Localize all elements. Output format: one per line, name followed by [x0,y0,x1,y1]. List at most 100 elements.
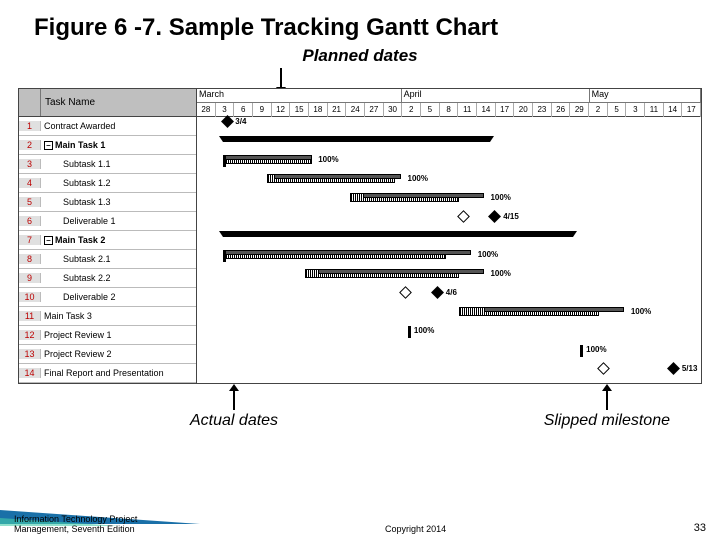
day-header: 28 [197,103,216,117]
percent-label: 100% [586,345,606,354]
table-row: 5Subtask 1.3 [19,193,196,212]
table-row: 13Project Review 2 [19,345,196,364]
page-number: 33 [694,522,706,534]
footer-source: Management, Seventh Edition [14,524,137,534]
chart-header: Task Name MarchAprilMay 2836912151821242… [19,89,701,117]
actual-bar [223,155,312,160]
day-header: 30 [384,103,403,117]
start-marker [223,155,226,167]
row-number: 10 [19,292,41,302]
task-name-cell: Main Task 3 [41,311,196,321]
task-name-cell: Subtask 2.1 [41,254,196,264]
day-header: 11 [645,103,664,117]
table-row: 2–Main Task 1 [19,136,196,155]
milestone-planned-icon [457,210,470,223]
percent-label: 100% [318,155,338,164]
table-row: 12Project Review 1 [19,326,196,345]
collapse-icon[interactable]: – [44,236,53,245]
day-header: 5 [421,103,440,117]
actual-bar [318,269,484,274]
percent-label: 100% [490,193,510,202]
row-number: 13 [19,349,41,359]
collapse-icon[interactable]: – [44,141,53,150]
day-header: 6 [234,103,253,117]
day-header: 27 [365,103,384,117]
task-name-cell: Subtask 2.2 [41,273,196,283]
day-header: 17 [682,103,701,117]
gantt-bars-pane: 3/4100%100%100%4/15100%100%4/6100%100%10… [197,117,701,383]
task-name-cell: Subtask 1.1 [41,159,196,169]
percent-label: 100% [490,269,510,278]
milestone-label: 5/13 [682,364,698,373]
task-name-cell: –Main Task 2 [41,235,196,245]
footer-source: Information Technology Project [14,514,137,524]
day-header: 20 [514,103,533,117]
day-header: 2 [589,103,608,117]
row-number: 12 [19,330,41,340]
task-name-cell: Subtask 1.2 [41,178,196,188]
month-header: March [197,89,402,102]
task-name-cell: Deliverable 1 [41,216,196,226]
percent-label: 100% [414,326,434,335]
milestone-icon [408,326,411,338]
arrow-down-icon [280,68,282,88]
day-header: 15 [290,103,309,117]
task-name-cell: Deliverable 2 [41,292,196,302]
month-header: April [402,89,590,102]
day-header: 9 [253,103,272,117]
day-header: 23 [533,103,552,117]
milestone-planned-icon [399,286,412,299]
row-number: 14 [19,368,41,378]
table-row: 1Contract Awarded [19,117,196,136]
day-header: 24 [346,103,365,117]
day-header: 11 [458,103,477,117]
table-row: 9Subtask 2.2 [19,269,196,288]
task-name-cell: Subtask 1.3 [41,197,196,207]
milestone-actual-icon [667,362,680,375]
row-number: 2 [19,140,41,150]
day-header: 2 [402,103,421,117]
table-row: 10Deliverable 2 [19,288,196,307]
row-number: 3 [19,159,41,169]
row-number: 11 [19,311,41,321]
task-name-cell: Final Report and Presentation [41,368,196,378]
table-row: 8Subtask 2.1 [19,250,196,269]
task-name-cell: Project Review 1 [41,330,196,340]
percent-label: 100% [478,250,498,259]
actual-bar [274,174,402,179]
planned-dates-label: Planned dates [0,46,720,66]
table-row: 11Main Task 3 [19,307,196,326]
slipped-milestone-label: Slipped milestone [544,412,670,430]
day-header: 18 [309,103,328,117]
task-name-cell: Contract Awarded [41,121,196,131]
task-name-cell: Project Review 2 [41,349,196,359]
milestone-planned-icon [597,362,610,375]
arrow-up-icon [233,390,235,410]
day-header: 29 [570,103,589,117]
table-row: 6Deliverable 1 [19,212,196,231]
start-marker [223,250,226,262]
task-name-cell: –Main Task 1 [41,140,196,150]
month-header: May [590,89,701,102]
actual-bar [363,193,484,198]
day-header: 8 [440,103,459,117]
day-header: 3 [626,103,645,117]
table-row: 4Subtask 1.2 [19,174,196,193]
row-number: 5 [19,197,41,207]
actual-bar [223,250,472,255]
day-header: 3 [216,103,235,117]
day-header: 5 [608,103,627,117]
milestone-icon [580,345,583,357]
figure-title: Figure 6 -7. Sample Tracking Gantt Chart [0,0,720,46]
actual-bar [484,307,624,312]
milestone-icon [221,115,234,128]
task-name-header: Task Name [41,89,196,116]
footer-copyright: Copyright 2014 [385,524,446,534]
timeline-header: MarchAprilMay 28369121518212427302581114… [197,89,701,116]
day-header: 14 [477,103,496,117]
day-header: 21 [328,103,347,117]
arrow-up-icon [606,390,608,410]
milestone-actual-icon [489,210,502,223]
row-number: 4 [19,178,41,188]
day-header: 26 [552,103,571,117]
